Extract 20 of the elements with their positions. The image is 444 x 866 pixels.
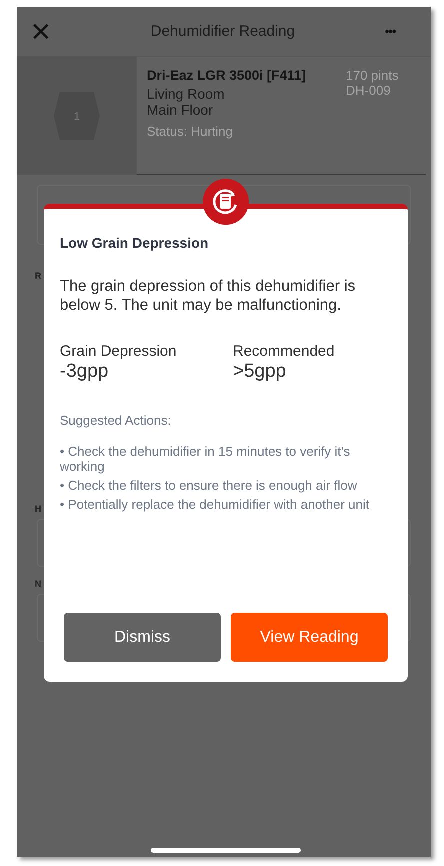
field-label: R — [35, 271, 42, 281]
suggested-action: • Potentially replace the dehumidifier with another unit — [60, 497, 370, 512]
suggested-action: • Check the dehumidifier in 15 minutes to verify it's working — [60, 444, 352, 474]
device-capacity: 170 pints — [346, 68, 400, 83]
dialog-title: Low Grain Depression — [60, 235, 210, 251]
suggested-action: • Check the filters to ensure there is enough air flow — [60, 478, 358, 493]
device-status: Status: Hurting — [147, 124, 234, 139]
device-room: Living Room — [147, 86, 226, 102]
field-label: H — [35, 504, 42, 514]
device-name: Dri-Eaz LGR 3500i [F411] — [147, 68, 308, 83]
screen-title: Dehumidifier Reading — [150, 23, 296, 40]
device-code: DH-009 — [346, 83, 392, 98]
device-floor: Main Floor — [147, 102, 214, 118]
stat-label: Grain Depression — [60, 343, 178, 360]
field-label: N — [35, 579, 42, 589]
dialog-message: The grain depression of this dehumidifier is below 5. The unit may be malfunctioning. — [60, 277, 357, 315]
stat-value: -3gpp — [60, 361, 110, 383]
stat-value: >5gpp — [233, 361, 288, 383]
suggested-actions-heading: Suggested Actions: — [60, 413, 172, 428]
stat-label: Recommended — [233, 343, 336, 360]
